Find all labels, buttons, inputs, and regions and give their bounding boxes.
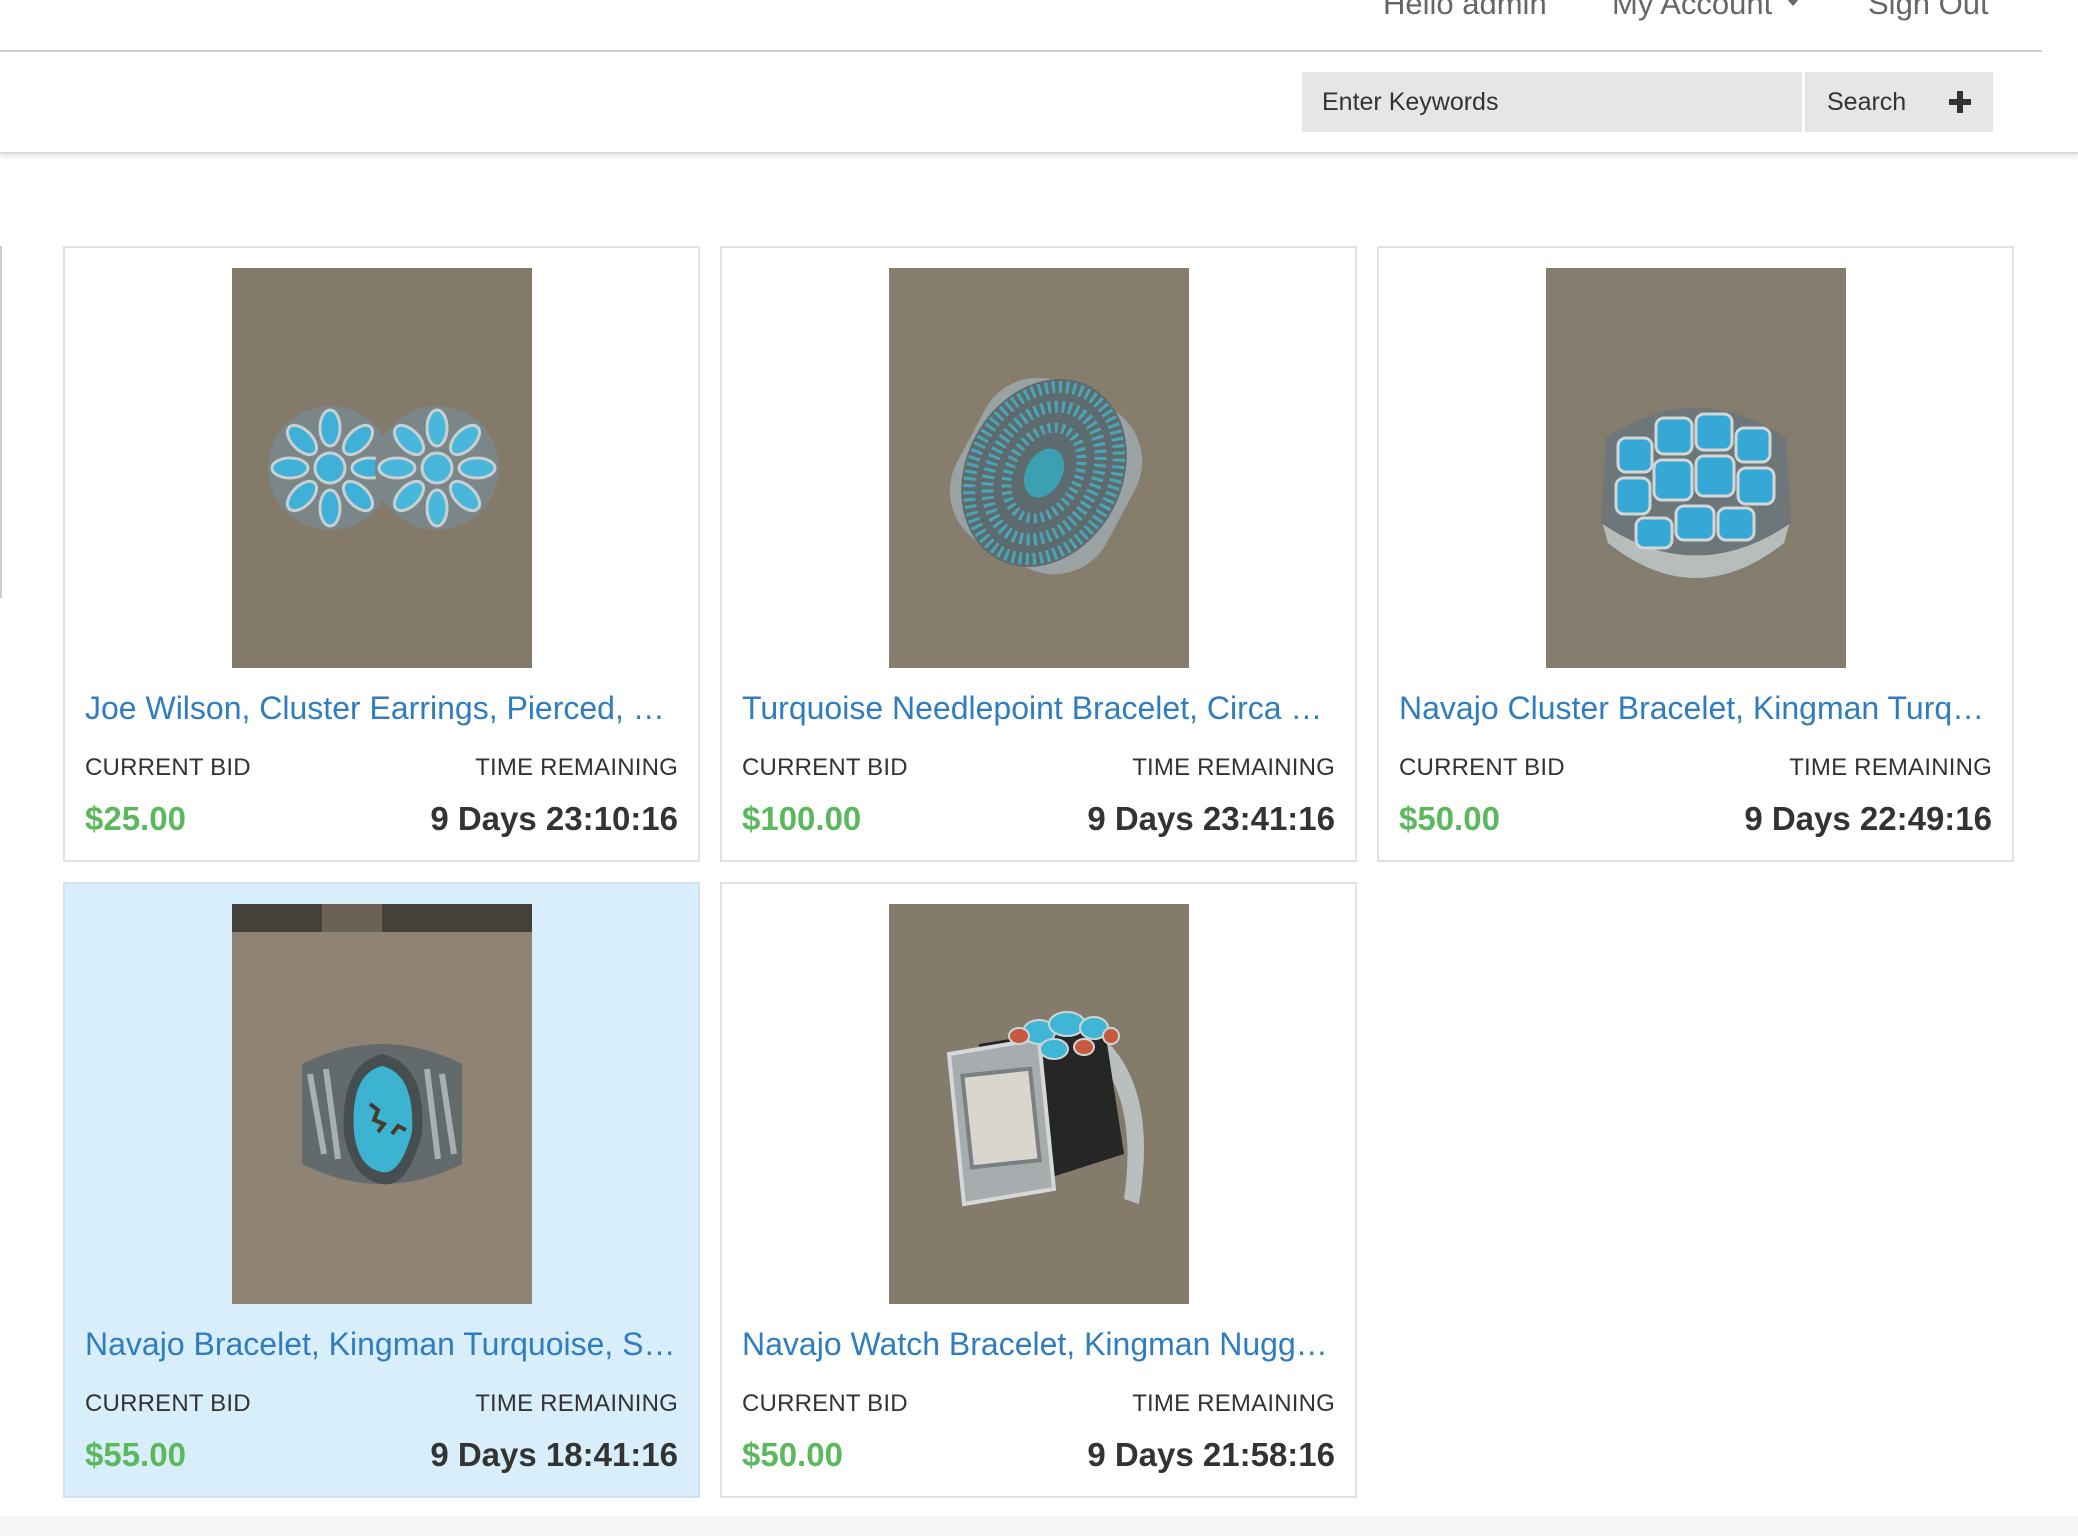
- search-bar: Search: [0, 52, 2078, 154]
- current-bid-label: CURRENT BID: [85, 754, 251, 781]
- greeting-text: Hello admin: [1383, 0, 1547, 21]
- time-remaining-label: TIME REMAINING: [1132, 754, 1335, 781]
- listing-card[interactable]: Navajo Cluster Bracelet, Kingman Turquoi…: [1377, 246, 2014, 862]
- current-bid-label: CURRENT BID: [742, 754, 908, 781]
- listing-card[interactable]: Navajo Bracelet, Kingman Turquoise, Ster…: [63, 882, 700, 1498]
- current-bid-value: $50.00: [1399, 800, 1500, 837]
- listing-title[interactable]: Turquoise Needlepoint Bracelet, Circa 19…: [742, 690, 1337, 727]
- navajo-bracelet-photo[interactable]: [232, 904, 532, 1304]
- chevron-down-icon: [1786, 0, 1801, 6]
- listing-card[interactable]: Turquoise Needlepoint Bracelet, Circa 19…: [720, 246, 1357, 862]
- current-bid-label: CURRENT BID: [742, 1390, 908, 1417]
- time-remaining-value: 9 Days 23:41:16: [1087, 800, 1335, 837]
- search-button[interactable]: Search: [1805, 72, 1993, 132]
- search-button-label: Search: [1827, 87, 1907, 116]
- time-remaining-label: TIME REMAINING: [1789, 754, 1992, 781]
- current-bid-value: $25.00: [85, 800, 186, 837]
- time-remaining-value: 9 Days 23:10:16: [430, 800, 678, 837]
- time-remaining-label: TIME REMAINING: [1132, 1390, 1335, 1417]
- current-bid-label: CURRENT BID: [85, 1390, 251, 1417]
- cluster-bracelet-photo[interactable]: [1546, 268, 1846, 668]
- sign-out-link[interactable]: Sign Out: [1868, 0, 1989, 22]
- time-remaining-label: TIME REMAINING: [475, 754, 678, 781]
- current-bid-value: $100.00: [742, 800, 862, 837]
- footer-strip: [0, 1516, 2078, 1536]
- listing-card[interactable]: Joe Wilson, Cluster Earrings, Pierced, K…: [63, 246, 700, 862]
- time-remaining-value: 9 Days 21:58:16: [1087, 1436, 1335, 1473]
- time-remaining-value: 9 Days 22:49:16: [1744, 800, 1992, 837]
- current-bid-value: $50.00: [742, 1436, 843, 1473]
- listing-title[interactable]: Joe Wilson, Cluster Earrings, Pierced, K…: [85, 690, 680, 727]
- cluster-earrings-photo[interactable]: [232, 268, 532, 668]
- my-account-label: My Account: [1612, 0, 1773, 21]
- time-remaining-value: 9 Days 18:41:16: [430, 1436, 678, 1473]
- current-bid-value: $55.00: [85, 1436, 186, 1473]
- watch-bracelet-photo[interactable]: [889, 904, 1189, 1304]
- listing-title[interactable]: Navajo Bracelet, Kingman Turquoise, Ster…: [85, 1326, 680, 1363]
- my-account-menu[interactable]: My Account: [1612, 0, 1801, 22]
- current-bid-label: CURRENT BID: [1399, 754, 1565, 781]
- plus-icon[interactable]: [1949, 91, 1971, 113]
- time-remaining-label: TIME REMAINING: [475, 1390, 678, 1417]
- listing-title[interactable]: Navajo Cluster Bracelet, Kingman Turquoi…: [1399, 690, 1994, 727]
- top-nav-bar: Hello admin My Account Sign Out: [0, 0, 2042, 50]
- listing-card[interactable]: Navajo Watch Bracelet, Kingman Nugget Tu…: [720, 882, 1357, 1498]
- listing-title[interactable]: Navajo Watch Bracelet, Kingman Nugget Tu…: [742, 1326, 1337, 1363]
- search-input[interactable]: [1302, 72, 1802, 132]
- sidebar-edge: [0, 246, 2, 598]
- needlepoint-bracelet-photo[interactable]: [889, 268, 1189, 668]
